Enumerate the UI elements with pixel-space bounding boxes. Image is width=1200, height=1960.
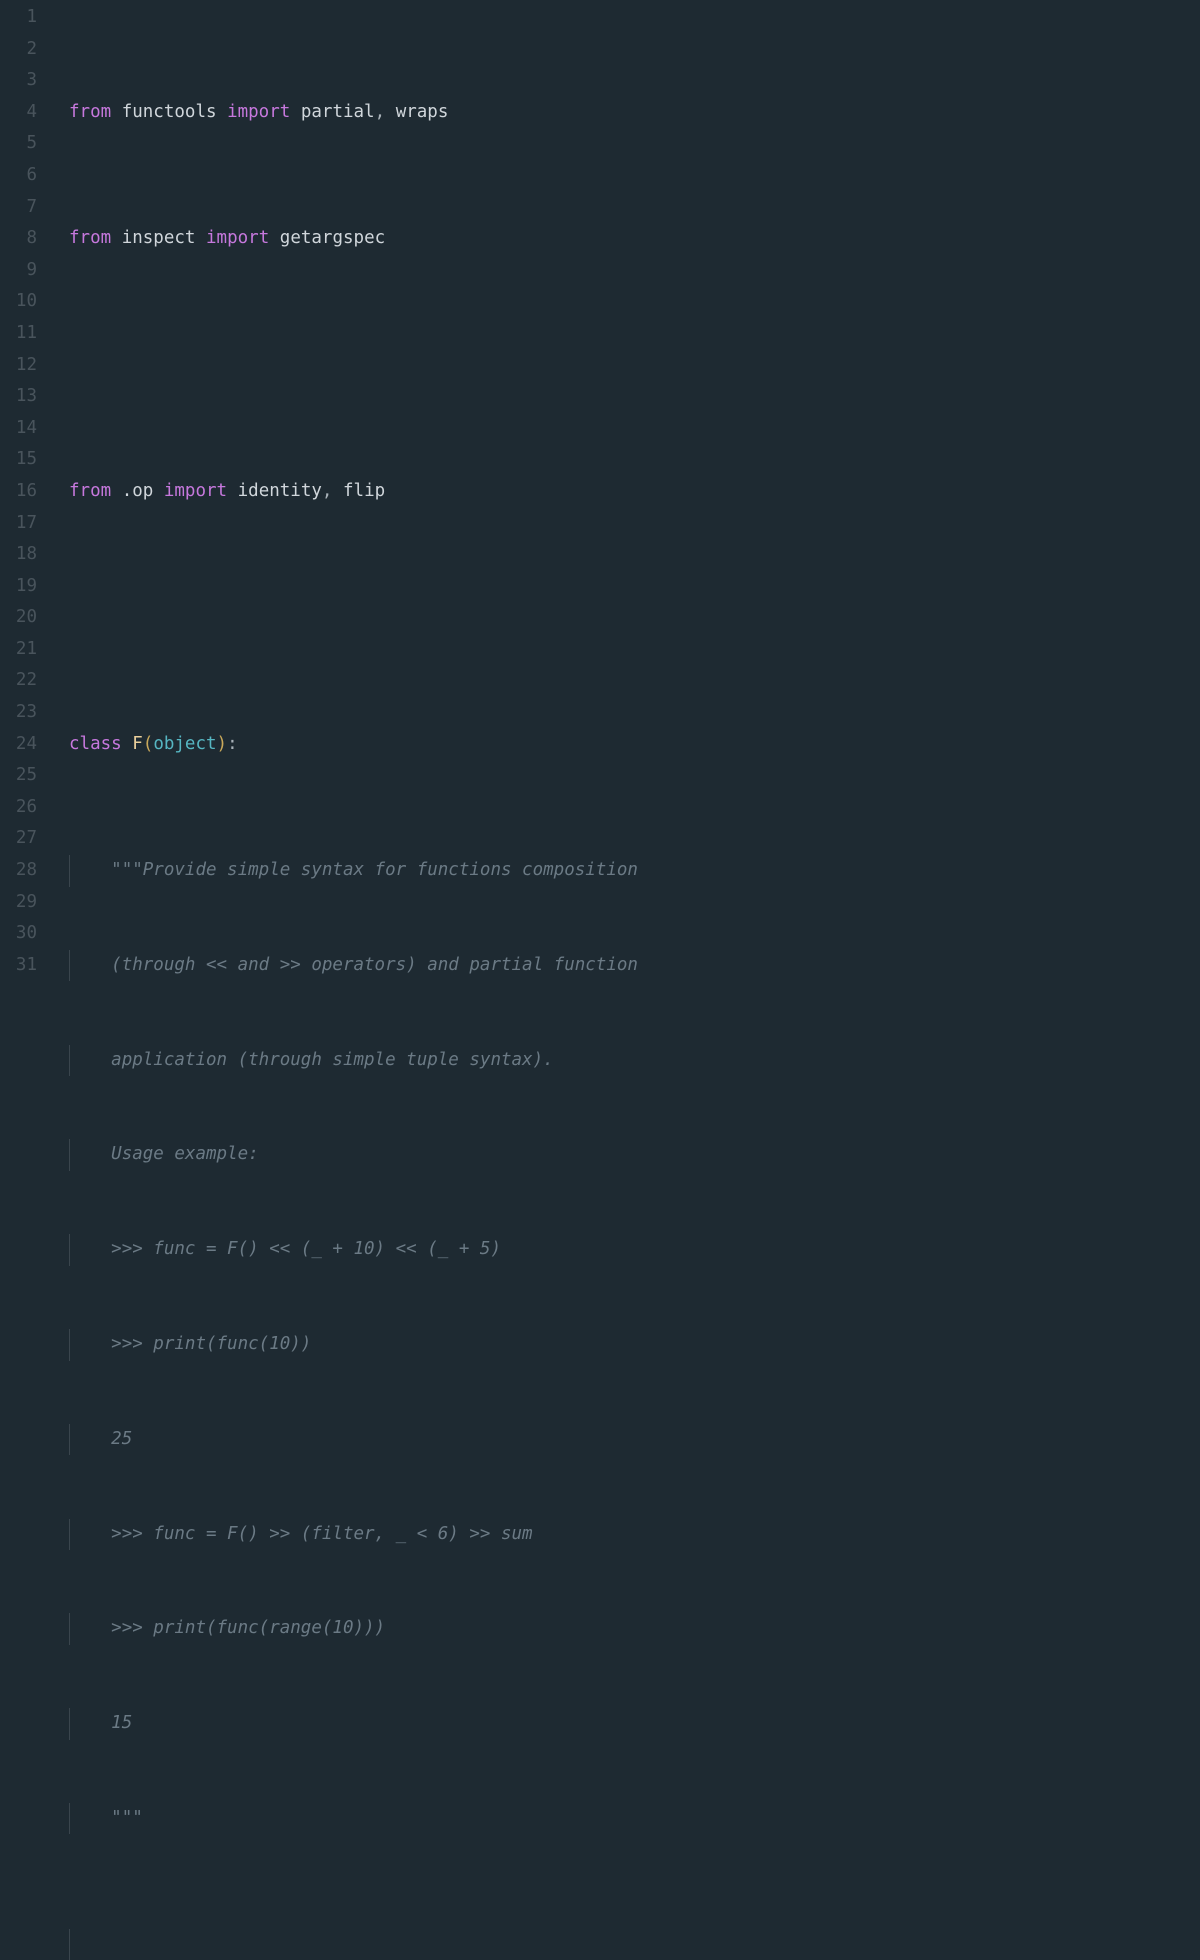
line-number: 1 [0, 2, 55, 34]
line-number: 30 [0, 918, 55, 950]
line-number: 7 [0, 192, 55, 224]
code-line[interactable]: Usage example: [69, 1139, 1200, 1171]
line-number: 5 [0, 128, 55, 160]
code-line[interactable] [69, 602, 1200, 634]
line-number: 8 [0, 223, 55, 255]
line-number: 24 [0, 729, 55, 761]
line-number: 16 [0, 476, 55, 508]
code-line[interactable]: from inspect import getargspec [69, 223, 1200, 255]
code-line[interactable] [69, 1929, 1200, 1960]
line-number: 28 [0, 855, 55, 887]
line-number: 13 [0, 381, 55, 413]
line-number: 3 [0, 65, 55, 97]
code-line[interactable]: >>> func = F() << (_ + 10) << (_ + 5) [69, 1234, 1200, 1266]
line-number: 9 [0, 255, 55, 287]
line-number: 4 [0, 97, 55, 129]
line-number-gutter: 1 2 3 4 5 6 7 8 9 10 11 12 13 14 15 16 1… [0, 0, 55, 980]
code-line[interactable] [69, 350, 1200, 382]
line-number: 26 [0, 792, 55, 824]
code-line[interactable]: >>> func = F() >> (filter, _ < 6) >> sum [69, 1519, 1200, 1551]
code-line[interactable]: >>> print(func(10)) [69, 1329, 1200, 1361]
line-number: 6 [0, 160, 55, 192]
line-number: 31 [0, 950, 55, 982]
code-line[interactable]: from .op import identity, flip [69, 476, 1200, 508]
code-line[interactable]: application (through simple tuple syntax… [69, 1045, 1200, 1077]
line-number: 18 [0, 539, 55, 571]
code-area[interactable]: from functools import partial, wraps fro… [55, 0, 1200, 980]
line-number: 27 [0, 823, 55, 855]
line-number: 15 [0, 444, 55, 476]
code-line[interactable]: """Provide simple syntax for functions c… [69, 855, 1200, 887]
line-number: 12 [0, 350, 55, 382]
line-number: 19 [0, 571, 55, 603]
code-line[interactable]: 15 [69, 1708, 1200, 1740]
line-number: 21 [0, 634, 55, 666]
line-number: 29 [0, 887, 55, 919]
code-line[interactable]: >>> print(func(range(10))) [69, 1613, 1200, 1645]
code-line[interactable]: from functools import partial, wraps [69, 97, 1200, 129]
line-number: 11 [0, 318, 55, 350]
line-number: 14 [0, 413, 55, 445]
line-number: 10 [0, 286, 55, 318]
code-line[interactable]: 25 [69, 1424, 1200, 1456]
line-number: 23 [0, 697, 55, 729]
line-number: 20 [0, 602, 55, 634]
line-number: 22 [0, 665, 55, 697]
code-editor[interactable]: 1 2 3 4 5 6 7 8 9 10 11 12 13 14 15 16 1… [0, 0, 1200, 980]
code-line[interactable]: class F(object): [69, 729, 1200, 761]
code-line[interactable]: (through << and >> operators) and partia… [69, 950, 1200, 982]
code-line[interactable]: """ [69, 1803, 1200, 1835]
line-number: 2 [0, 34, 55, 66]
line-number: 25 [0, 760, 55, 792]
line-number: 17 [0, 508, 55, 540]
